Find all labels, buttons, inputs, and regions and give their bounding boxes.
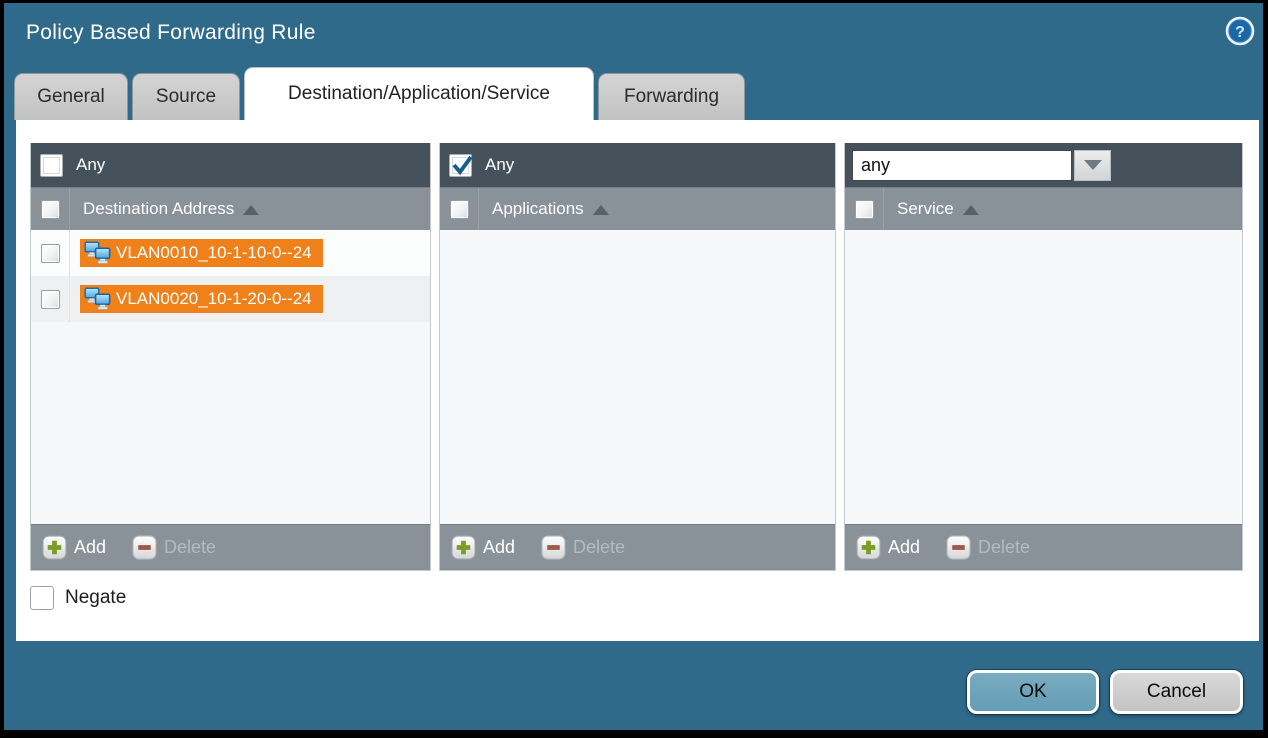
address-object-label: VLAN0020_10-1-20-0--24: [116, 289, 312, 309]
destination-delete-button[interactable]: Delete: [132, 535, 216, 560]
sort-ascending-icon: [963, 205, 979, 215]
row-checkbox[interactable]: [41, 290, 60, 309]
plus-icon: [451, 535, 476, 560]
plus-icon: [42, 535, 67, 560]
destination-list: VLAN0010_10-1-10-0--24: [31, 230, 430, 524]
list-item: VLAN0010_10-1-10-0--24: [31, 230, 430, 276]
list-item: VLAN0020_10-1-20-0--24: [31, 276, 430, 322]
tab-bar: General Source Destination/Application/S…: [14, 67, 745, 120]
applications-list: [440, 230, 835, 524]
dialog-title: Policy Based Forwarding Rule: [26, 21, 316, 45]
tab-destination-application-service[interactable]: Destination/Application/Service: [244, 67, 594, 120]
applications-select-all-checkbox[interactable]: [450, 200, 469, 219]
service-dropdown-button[interactable]: [1074, 150, 1111, 181]
tab-content: Any Destination Address: [16, 120, 1259, 641]
service-select-all-checkbox[interactable]: [855, 200, 874, 219]
applications-any-checkbox[interactable]: [449, 154, 472, 177]
svg-text:?: ?: [1235, 24, 1245, 41]
sort-ascending-icon: [243, 205, 259, 215]
destination-select-all-checkbox[interactable]: [41, 200, 60, 219]
service-dropdown-input[interactable]: [852, 150, 1072, 181]
chevron-down-icon: [1084, 160, 1102, 170]
destination-address-pane: Any Destination Address: [30, 143, 431, 571]
minus-icon: [541, 535, 566, 560]
applications-add-button[interactable]: Add: [451, 535, 515, 560]
address-object-chip[interactable]: VLAN0020_10-1-20-0--24: [80, 285, 323, 313]
applications-pane: Any Applications A: [439, 143, 836, 571]
tab-forwarding[interactable]: Forwarding: [598, 73, 745, 120]
service-add-button[interactable]: Add: [856, 535, 920, 560]
network-icon: [84, 241, 111, 266]
policy-based-forwarding-dialog: Policy Based Forwarding Rule ? General S…: [0, 0, 1268, 738]
service-delete-button[interactable]: Delete: [946, 535, 1030, 560]
minus-icon: [132, 535, 157, 560]
negate-label: Negate: [65, 587, 126, 609]
tab-general[interactable]: General: [14, 73, 128, 120]
service-dropdown: [852, 150, 1111, 181]
minus-icon: [946, 535, 971, 560]
destination-any-label: Any: [76, 155, 105, 175]
address-object-label: VLAN0010_10-1-10-0--24: [116, 243, 312, 263]
address-object-chip[interactable]: VLAN0010_10-1-10-0--24: [80, 239, 323, 267]
service-list: [845, 230, 1242, 524]
service-pane: Service Add: [844, 143, 1243, 571]
row-checkbox[interactable]: [41, 244, 60, 263]
network-icon: [84, 287, 111, 312]
applications-column-header[interactable]: Applications: [479, 188, 609, 230]
help-icon[interactable]: ?: [1225, 16, 1255, 46]
cancel-button[interactable]: Cancel: [1110, 670, 1243, 714]
destination-add-button[interactable]: Add: [42, 535, 106, 560]
service-column-header[interactable]: Service: [884, 188, 979, 230]
negate-option: Negate: [30, 586, 126, 610]
destination-column-header[interactable]: Destination Address: [70, 188, 259, 230]
tab-source[interactable]: Source: [132, 73, 240, 120]
sort-ascending-icon: [593, 205, 609, 215]
plus-icon: [856, 535, 881, 560]
negate-checkbox[interactable]: [30, 586, 54, 610]
destination-any-checkbox[interactable]: [40, 154, 63, 177]
ok-button[interactable]: OK: [967, 670, 1099, 714]
applications-delete-button[interactable]: Delete: [541, 535, 625, 560]
applications-any-label: Any: [485, 155, 514, 175]
